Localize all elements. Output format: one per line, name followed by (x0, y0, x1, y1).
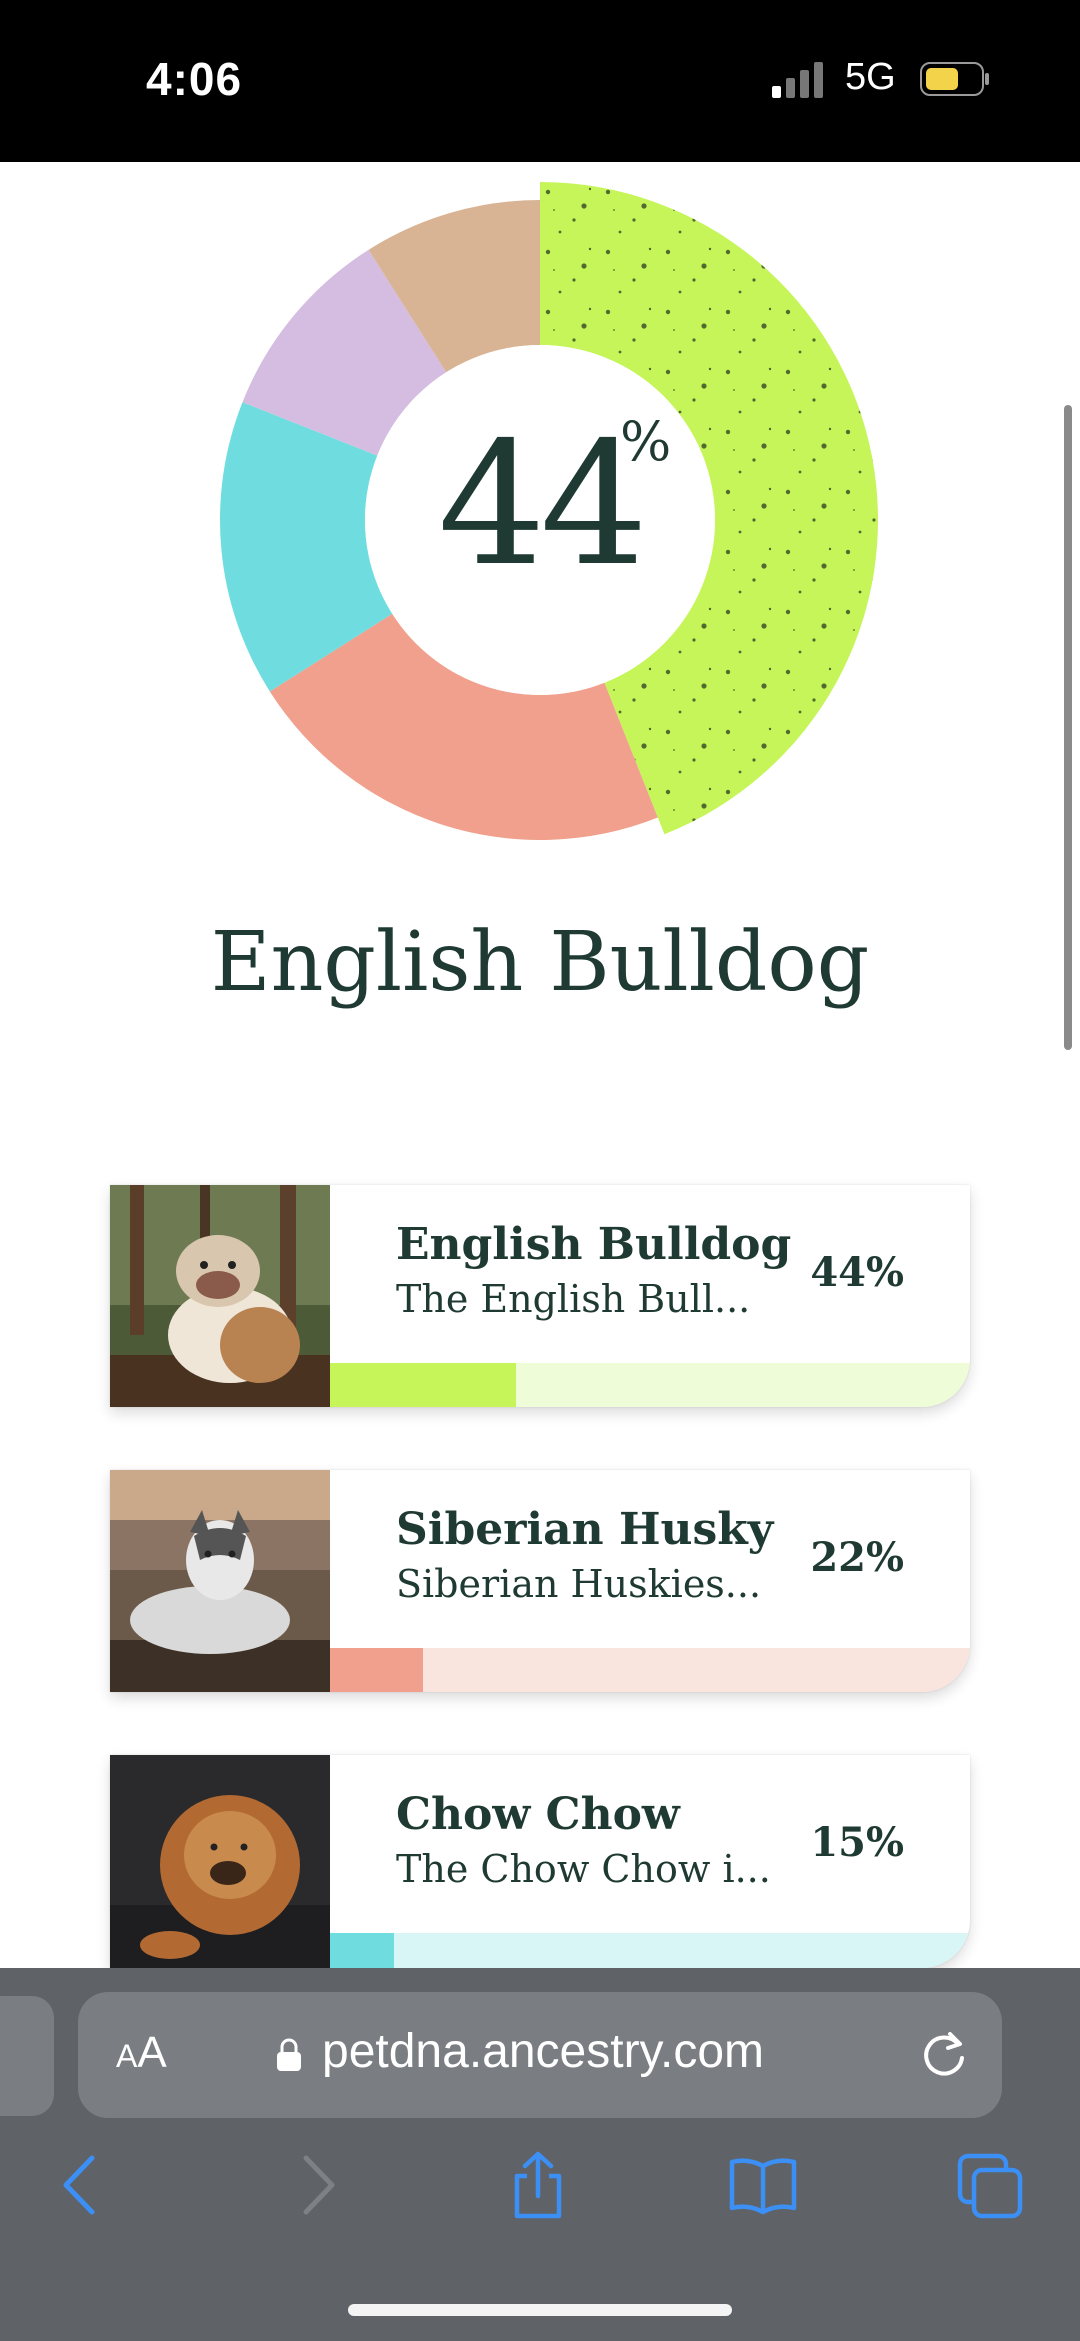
breed-card-english-bulldog[interactable]: English Bulldog The English Bull... 44% (110, 1185, 970, 1407)
english-bulldog-photo (110, 1185, 330, 1407)
text-size-button[interactable]: AA (116, 2028, 167, 2078)
donut-center: 44 (365, 330, 715, 680)
breed-description: The Chow Chow i... (396, 1847, 771, 1891)
forward-icon[interactable] (280, 2150, 350, 2220)
breed-progress-bar (330, 1363, 970, 1407)
scroll-indicator (1064, 405, 1072, 1050)
breed-description: The English Bull... (396, 1277, 751, 1321)
breed-percent: 22% (810, 1534, 904, 1581)
lock-icon (277, 2038, 301, 2071)
breed-card-chow-chow[interactable]: Chow Chow The Chow Chow i... 15% (110, 1755, 970, 1968)
address-bar[interactable]: AA petdna.ancestry.com (78, 1992, 1002, 2118)
home-indicator (348, 2304, 732, 2316)
breed-progress-bar (330, 1933, 970, 1968)
breed-name: English Bulldog (396, 1219, 792, 1270)
top-breed-percent: 44 (437, 406, 648, 604)
breed-progress-bar (330, 1648, 970, 1692)
share-icon[interactable] (503, 2150, 573, 2220)
breed-percent: 15% (810, 1819, 904, 1866)
breed-card-siberian-husky[interactable]: Siberian Husky Siberian Huskies... 22% (110, 1470, 970, 1692)
siberian-husky-photo (110, 1470, 330, 1692)
bookmarks-icon[interactable] (728, 2150, 798, 2220)
breed-description: Siberian Huskies... (396, 1562, 762, 1606)
chow-chow-photo (110, 1755, 330, 1968)
percent-sign: % (620, 410, 672, 473)
back-icon[interactable] (48, 2150, 118, 2220)
previous-tab-edge[interactable] (0, 1996, 54, 2116)
tabs-icon[interactable] (956, 2150, 1026, 2220)
breed-name: Chow Chow (396, 1789, 680, 1840)
selected-breed-title: English Bulldog (210, 915, 870, 1010)
reload-icon[interactable] (914, 2024, 974, 2084)
breed-percent: 44% (810, 1249, 904, 1296)
url-text: petdna.ancestry.com (322, 2025, 765, 2078)
breed-name: Siberian Husky (396, 1504, 774, 1555)
